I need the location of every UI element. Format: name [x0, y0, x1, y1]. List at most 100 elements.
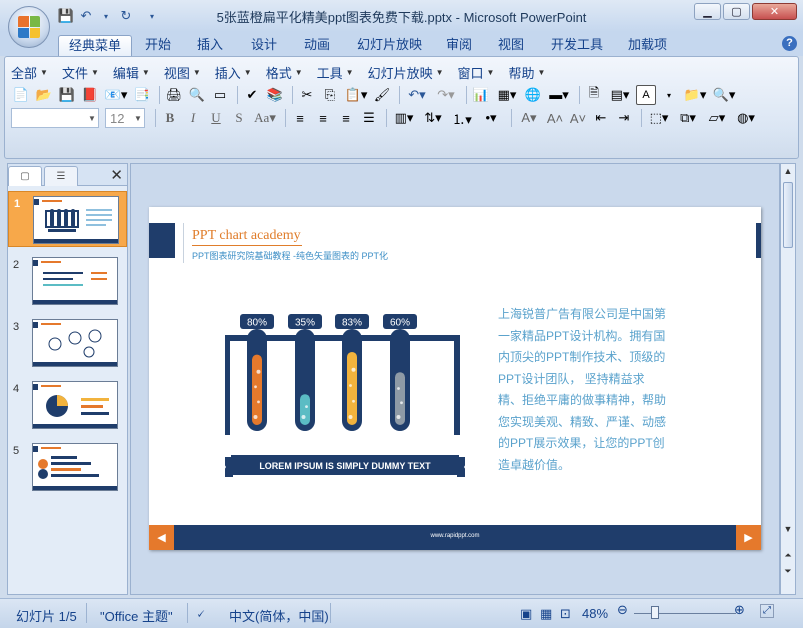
justify-icon[interactable]: ☰: [359, 108, 379, 128]
zoom-in-icon[interactable]: ⊕: [734, 602, 745, 618]
new-document-icon[interactable]: 📄: [11, 85, 31, 105]
customize-qat-icon[interactable]: ▾: [144, 8, 160, 24]
format-painter-icon[interactable]: 🖌: [372, 85, 392, 105]
menu-edit[interactable]: 编辑 ▼: [113, 63, 150, 81]
tab-view[interactable]: 视图: [488, 35, 534, 56]
menu-view[interactable]: 视图 ▼: [164, 63, 201, 81]
save-icon[interactable]: 💾: [58, 8, 74, 24]
slide-thumbnail-5[interactable]: 5: [8, 439, 127, 495]
font-color-icon[interactable]: A▾: [516, 108, 542, 128]
table-icon[interactable]: ▦▾: [494, 85, 520, 105]
shapes-icon[interactable]: ⬚▾: [646, 108, 672, 128]
outline-tab[interactable]: ☰: [44, 166, 78, 186]
scroll-down-icon[interactable]: ▼: [781, 524, 795, 538]
zoom-out-icon[interactable]: ⊖: [617, 602, 628, 618]
redo-icon[interactable]: ↻: [118, 8, 134, 24]
close-button[interactable]: ✕: [752, 3, 797, 20]
zoom-slider-thumb[interactable]: [651, 606, 659, 619]
shadow-button[interactable]: S: [229, 108, 249, 128]
fill-color-icon[interactable]: ◍▾: [733, 108, 759, 128]
underline-button[interactable]: U: [206, 108, 226, 128]
previous-slide-icon[interactable]: ⏶: [781, 550, 795, 564]
zoom-icon[interactable]: 🔍▾: [711, 85, 737, 105]
redo-icon[interactable]: ↷▾: [433, 85, 459, 105]
tab-home[interactable]: 开始: [135, 35, 181, 56]
tab-addins[interactable]: 加载项: [618, 35, 677, 56]
tab-classic-menu[interactable]: 经典菜单: [58, 35, 133, 56]
theme-name[interactable]: "Office 主题": [100, 606, 173, 625]
menu-window[interactable]: 窗口 ▼: [458, 63, 495, 81]
slide-sorter-icon[interactable]: ▦: [540, 606, 552, 622]
menu-format[interactable]: 格式 ▼: [266, 63, 303, 81]
align-center-icon[interactable]: ≡: [313, 108, 333, 128]
copy-icon[interactable]: ⎘: [320, 85, 340, 105]
menu-tools[interactable]: 工具 ▼: [317, 63, 354, 81]
increase-indent-icon[interactable]: ⇥: [614, 108, 634, 128]
slide-canvas[interactable]: PPT chart academy PPT图表研究院基础教程 -纯色矢量图表的 …: [149, 207, 761, 550]
slide-title[interactable]: PPT chart academy: [192, 228, 301, 244]
text-dropdown-icon[interactable]: ▾: [659, 85, 679, 105]
slide-thumbnail-3[interactable]: 3: [8, 315, 127, 371]
maximize-button[interactable]: ▢: [723, 3, 750, 20]
open-folder-icon[interactable]: 📂: [34, 85, 54, 105]
textbox-icon[interactable]: A: [636, 85, 656, 105]
cut-icon[interactable]: ✂: [297, 85, 317, 105]
tab-slideshow[interactable]: 幻灯片放映: [347, 35, 432, 56]
menu-slideshow[interactable]: 幻灯片放映 ▼: [368, 63, 444, 81]
tab-animation[interactable]: 动画: [294, 35, 340, 56]
quick-styles-icon[interactable]: ▱▾: [704, 108, 730, 128]
print-icon[interactable]: 🖨: [164, 85, 184, 105]
font-name-combo[interactable]: ▼: [11, 108, 99, 128]
tab-developer[interactable]: 开发工具: [541, 35, 613, 56]
help-icon[interactable]: ?: [782, 36, 797, 51]
hyperlink-icon[interactable]: 🌐: [523, 85, 543, 105]
slides-tab[interactable]: ▢: [8, 166, 42, 186]
close-icon[interactable]: ✕: [110, 166, 123, 184]
change-case-button[interactable]: Aa ▾: [252, 108, 278, 128]
permission-icon[interactable]: 📕: [80, 85, 100, 105]
menu-help[interactable]: 帮助 ▼: [508, 63, 545, 81]
slideshow-view-icon[interactable]: ⊡: [560, 606, 571, 622]
slide-thumbnail-4[interactable]: 4: [8, 377, 127, 433]
grayscale-icon[interactable]: ▬▾: [546, 85, 572, 105]
print-preview-icon[interactable]: 🔍: [187, 85, 207, 105]
menu-file[interactable]: 文件 ▼: [62, 63, 99, 81]
tab-design[interactable]: 设计: [241, 35, 287, 56]
vertical-scrollbar[interactable]: ▲ ▼ ⏶ ⏷: [780, 163, 796, 595]
zoom-slider-track[interactable]: [634, 613, 736, 614]
arrange-icon[interactable]: ⧉▾: [675, 108, 701, 128]
next-slide-icon[interactable]: ⏷: [781, 566, 795, 580]
decrease-font-icon[interactable]: A˅: [568, 108, 588, 128]
next-arrow-icon[interactable]: ▶: [736, 525, 761, 550]
slide-thumbnail-2[interactable]: 2: [8, 253, 127, 309]
previous-arrow-icon[interactable]: ◀: [149, 525, 174, 550]
email-icon[interactable]: 📧▾: [103, 85, 129, 105]
numbering-icon[interactable]: ⒈▾: [449, 108, 475, 128]
office-button[interactable]: [8, 6, 50, 48]
normal-view-icon[interactable]: ▣: [520, 606, 532, 622]
chart-icon[interactable]: 📊: [471, 85, 491, 105]
slide-subtitle[interactable]: PPT图表研究院基础教程 -纯色矢量图表的 PPT化: [192, 249, 388, 262]
spelling-icon[interactable]: ✔: [242, 85, 262, 105]
menu-insert[interactable]: 插入 ▼: [215, 63, 252, 81]
spell-check-icon[interactable]: 🗸: [196, 606, 205, 622]
scrollbar-thumb[interactable]: [783, 182, 793, 248]
save-icon[interactable]: 💾: [57, 85, 77, 105]
zoom-level[interactable]: 48%: [582, 606, 608, 621]
bold-button[interactable]: B: [160, 108, 180, 128]
text-direction-icon[interactable]: ⇅▾: [420, 108, 446, 128]
slide-body-text[interactable]: 上海锐普广告有限公司是中国第一家精品PPT设计机构。拥有国内顶尖的PPT制作技术…: [498, 304, 666, 476]
italic-button[interactable]: I: [183, 108, 203, 128]
paste-icon[interactable]: 📋▾: [343, 85, 369, 105]
tab-insert[interactable]: 插入: [187, 35, 233, 56]
align-left-icon[interactable]: ≡: [290, 108, 310, 128]
undo-icon[interactable]: ↶▾: [404, 85, 430, 105]
bullets-icon[interactable]: •▾: [478, 108, 504, 128]
dropdown-icon[interactable]: ▾: [98, 8, 114, 24]
publish-icon[interactable]: 📑: [132, 85, 152, 105]
slide-icon[interactable]: ▭: [210, 85, 230, 105]
fit-to-window-icon[interactable]: ⤢: [760, 604, 774, 618]
layout-icon[interactable]: ▤▾: [607, 85, 633, 105]
menu-all[interactable]: 全部 ▼: [11, 63, 48, 81]
decrease-indent-icon[interactable]: ⇤: [591, 108, 611, 128]
